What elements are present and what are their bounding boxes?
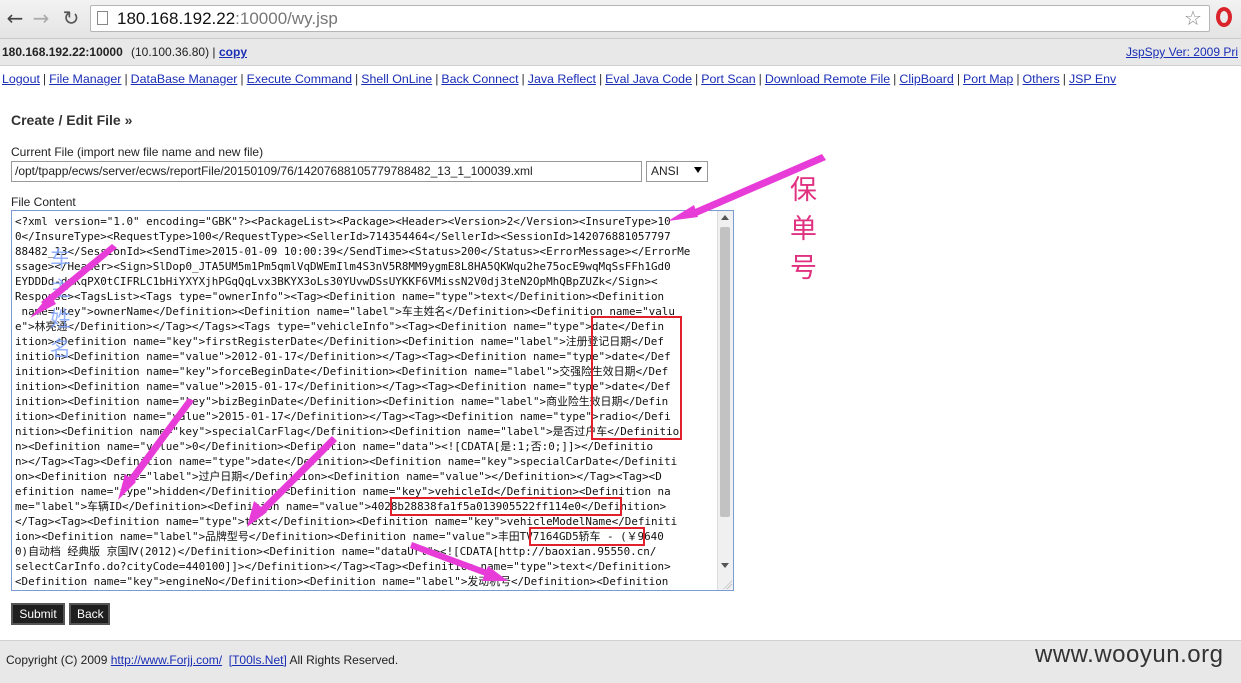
menu-separator: | — [355, 72, 359, 86]
editor-line: Response><TagsList><Tags type="ownerInfo… — [15, 290, 665, 303]
footer: Copyright (C) 2009 http://www.Forjj.com/… — [0, 640, 1241, 683]
back-arrow-icon[interactable]: ← — [2, 4, 28, 32]
highlight-box-types — [591, 316, 682, 440]
copyright-text: Copyright (C) 2009 http://www.Forjj.com/… — [6, 653, 398, 667]
menu-item-others[interactable]: Others — [1023, 72, 1060, 86]
editor-line: EYDDDd-dmKqPX0tCIFRLC1bHiYXYXjhPGqQqLvx3… — [15, 275, 658, 288]
menu-separator: | — [521, 72, 525, 86]
back-button[interactable]: Back — [69, 603, 110, 625]
editor-line: ssage></Header><Sign>SlDop0_JTA5UM5m1Pm5… — [15, 260, 671, 273]
menu-separator: | — [240, 72, 244, 86]
editor-line: n></Tag><Tag><Definition name="type">dat… — [15, 455, 678, 468]
scroll-thumb[interactable] — [720, 227, 730, 517]
highlight-box-model — [529, 527, 645, 546]
menu-item-file-manager[interactable]: File Manager — [49, 72, 121, 86]
chevron-down-icon — [694, 167, 702, 173]
menu-item-java-reflect[interactable]: Java Reflect — [528, 72, 596, 86]
menu-item-shell-online[interactable]: Shell OnLine — [361, 72, 432, 86]
t00ls-link[interactable]: [T00ls.Net] — [229, 653, 287, 667]
copy-link[interactable]: copy — [219, 45, 247, 59]
scroll-up-arrow-icon[interactable] — [721, 215, 729, 220]
watermark: www.wooyun.org — [1035, 641, 1224, 668]
server-host: 180.168.192.22:10000 — [2, 45, 123, 59]
main-menu: Logout | File Manager | DataBase Manager | Exe… — [2, 72, 1116, 86]
info-bar: 180.168.192.22:10000 (10.100.36.80) | co… — [0, 39, 1241, 66]
menu-item-download-remote-file[interactable]: Download Remote File — [765, 72, 890, 86]
menu-item-execute-command[interactable]: Execute Command — [247, 72, 352, 86]
resize-grip-icon[interactable] — [722, 579, 732, 589]
copyright-prefix: Copyright (C) 2009 — [6, 653, 108, 667]
menu-separator: | — [124, 72, 128, 86]
bookmark-star-icon[interactable]: ☆ — [1184, 6, 1202, 30]
encoding-value: ANSI — [651, 164, 680, 178]
menu-separator: | — [694, 72, 699, 86]
menu-item-eval-java-code[interactable]: Eval Java Code — [605, 72, 692, 86]
editor-line: 88482_13</SessionId><SendTime>2015-01-09… — [15, 245, 691, 258]
file-content-label: File Content — [11, 195, 76, 209]
menu-item-logout[interactable]: Logout — [2, 72, 40, 86]
current-file-label: Current File (import new file name and n… — [11, 145, 264, 159]
editor-line: 0</InsureType><RequestType>100</RequestT… — [15, 230, 671, 243]
editor-line: on><Definition name="label">过户日期</Defini… — [15, 470, 662, 483]
opera-menu-icon[interactable] — [1216, 7, 1232, 27]
encoding-select[interactable]: ANSI — [646, 161, 708, 182]
forjj-link[interactable]: http://www.Forjj.com/ — [111, 653, 222, 667]
menu-item-database-manager[interactable]: DataBase Manager — [131, 72, 238, 86]
url-host: 180.168.192.22 — [117, 9, 236, 28]
owner-name-label: 车主姓名 — [50, 247, 71, 361]
page-title: Create / Edit File » — [11, 112, 133, 128]
address-bar[interactable]: 180.168.192.22:10000/wy.jsp — [90, 5, 1210, 32]
menu-separator: | — [598, 72, 603, 86]
url-text: 180.168.192.22:10000/wy.jsp — [117, 9, 338, 29]
policy-number-label: 保单号 — [790, 175, 817, 284]
submit-button[interactable]: Submit — [11, 603, 65, 625]
editor-line: <?xml version="1.0" encoding="GBK"?><Pac… — [15, 215, 671, 228]
menu-item-back-connect[interactable]: Back Connect — [441, 72, 518, 86]
menu-separator: | — [42, 72, 47, 86]
menu-separator: | — [893, 72, 897, 86]
server-ip: (10.100.36.80) | — [131, 45, 216, 59]
editor-line: <Definition name="key">engineNo</Definit… — [15, 575, 669, 588]
editor-line: 0)自动档 经典版 京国Ⅳ(2012)</Definition><Definit… — [15, 545, 657, 558]
editor-line: n><Definition name="value">0</Definition… — [15, 440, 654, 453]
menu-separator: | — [758, 72, 762, 86]
menu-item-port-scan[interactable]: Port Scan — [701, 72, 755, 86]
menu-item-jsp-env[interactable]: JSP Env — [1069, 72, 1116, 86]
reload-icon[interactable]: ↻ — [58, 4, 84, 32]
browser-toolbar: ← → ↻ 180.168.192.22:10000/wy.jsp ☆ — [0, 0, 1241, 39]
editor-line: selectCarInfo.do?cityCode=440100]]></Def… — [15, 560, 671, 573]
page-icon — [97, 11, 108, 25]
menu-separator: | — [1062, 72, 1066, 86]
menu-separator: | — [956, 72, 961, 86]
scroll-down-arrow-icon[interactable] — [721, 563, 729, 568]
menu-item-port-map[interactable]: Port Map — [963, 72, 1013, 86]
menu-item-clipboard[interactable]: ClipBoard — [899, 72, 953, 86]
forward-arrow-icon[interactable]: → — [28, 4, 54, 32]
url-path: :10000/wy.jsp — [235, 9, 338, 28]
scrollbar[interactable] — [717, 211, 733, 590]
menu-separator: | — [1016, 72, 1020, 86]
rights-text: All Rights Reserved. — [289, 653, 399, 667]
current-file-input[interactable]: /opt/tpapp/ecws/server/ecws/reportFile/2… — [11, 161, 642, 182]
highlight-box-vehicle-id — [390, 497, 622, 516]
version-link[interactable]: JspSpy Ver: 2009 Pri — [1126, 45, 1238, 59]
